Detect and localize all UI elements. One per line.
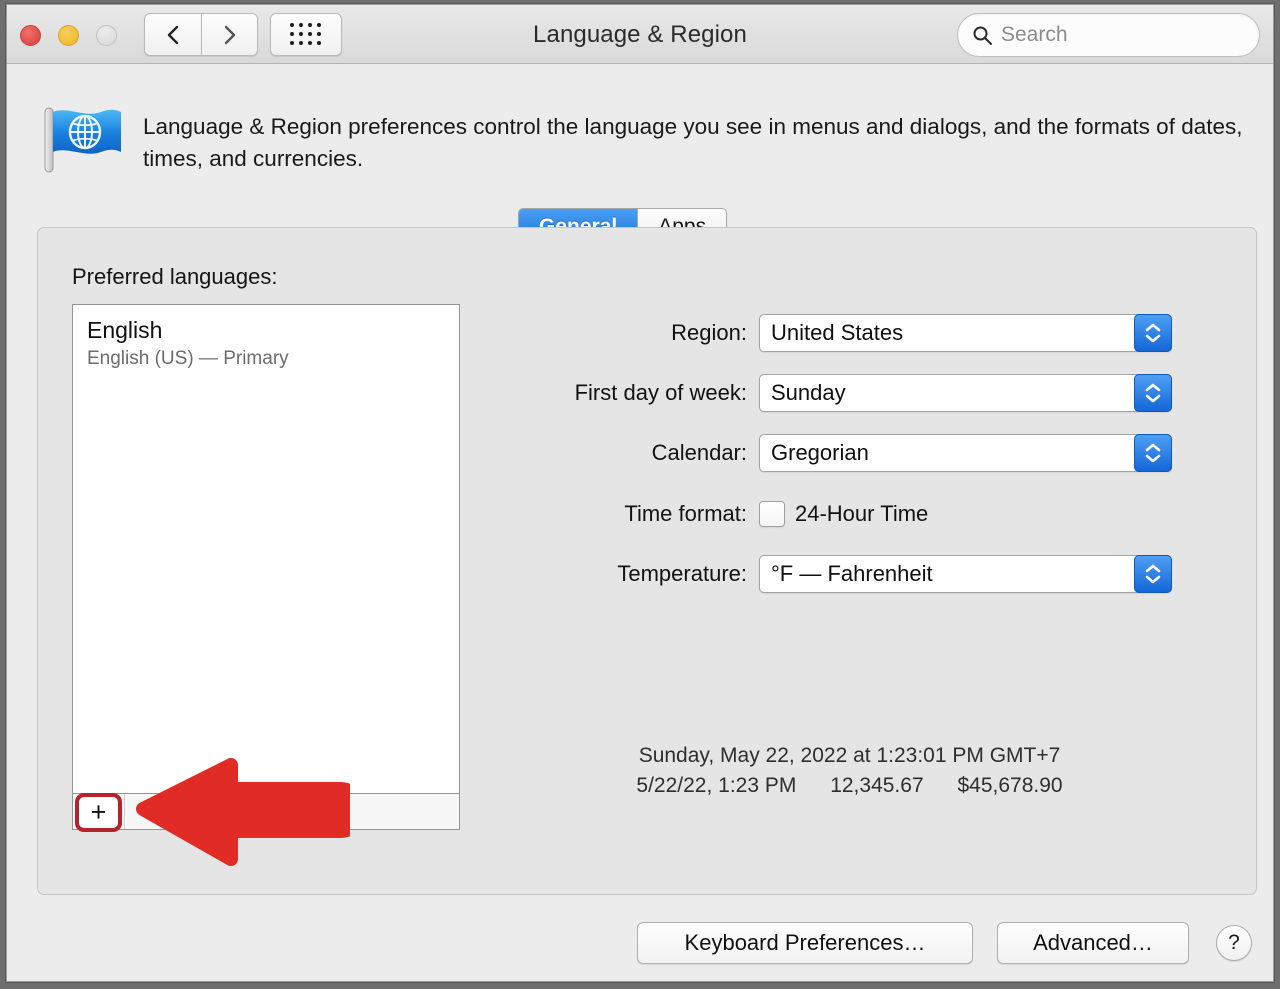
region-stepper-icon[interactable] xyxy=(1134,314,1172,352)
temperature-row: Temperature: °F — Fahrenheit xyxy=(527,555,1172,593)
temperature-stepper-icon[interactable] xyxy=(1134,555,1172,593)
24-hour-time-checkbox[interactable] xyxy=(759,501,785,527)
first-day-of-week-value: Sunday xyxy=(771,380,846,406)
help-button[interactable]: ? xyxy=(1216,925,1252,961)
advanced-button[interactable]: Advanced… xyxy=(997,922,1189,964)
calendar-popup-button[interactable]: Gregorian xyxy=(759,434,1172,472)
time-format-row: Time format: 24-Hour Time xyxy=(527,495,1172,533)
calendar-row: Calendar: Gregorian xyxy=(527,434,1172,472)
keyboard-preferences-button[interactable]: Keyboard Preferences… xyxy=(637,922,973,964)
preferred-languages-label: Preferred languages: xyxy=(72,264,277,290)
search-icon xyxy=(972,25,993,46)
search-input[interactable] xyxy=(1001,23,1274,47)
preview-long-date: Sunday, May 22, 2022 at 1:23:01 PM GMT+7 xyxy=(527,741,1172,771)
time-format-label: Time format: xyxy=(527,501,759,527)
calendar-value: Gregorian xyxy=(771,440,869,466)
first-day-of-week-stepper-icon[interactable] xyxy=(1134,374,1172,412)
temperature-label: Temperature: xyxy=(527,561,759,587)
preview-number: 12,345.67 xyxy=(830,774,923,797)
format-preview: Sunday, May 22, 2022 at 1:23:01 PM GMT+7… xyxy=(527,741,1172,801)
blue-flag-globe-icon xyxy=(41,104,125,176)
window-titlebar: Language & Region xyxy=(7,5,1273,64)
preview-short-formats: 5/22/22, 1:23 PM 12,345.67 $45,678.90 xyxy=(527,771,1172,801)
preview-currency: $45,678.90 xyxy=(957,774,1062,797)
24-hour-time-label: 24-Hour Time xyxy=(795,501,928,527)
temperature-value: °F — Fahrenheit xyxy=(771,561,933,587)
time-format-checkbox-group[interactable]: 24-Hour Time xyxy=(759,501,1172,527)
preference-description: Language & Region preferences control th… xyxy=(41,104,1256,176)
toolbar-filler xyxy=(177,794,459,829)
first-day-of-week-label: First day of week: xyxy=(527,380,759,406)
temperature-popup-button[interactable]: °F — Fahrenheit xyxy=(759,555,1172,593)
calendar-stepper-icon[interactable] xyxy=(1134,434,1172,472)
first-day-of-week-popup-button[interactable]: Sunday xyxy=(759,374,1172,412)
language-detail: English (US) — Primary xyxy=(87,345,445,373)
preferred-languages-list[interactable]: English English (US) — Primary xyxy=(72,304,460,794)
list-item[interactable]: English English (US) — Primary xyxy=(73,305,459,373)
preview-short-date: 5/22/22, 1:23 PM xyxy=(636,774,796,797)
description-text: Language & Region preferences control th… xyxy=(143,104,1256,176)
calendar-label: Calendar: xyxy=(527,440,759,466)
search-field[interactable] xyxy=(957,13,1260,57)
language-list-toolbar: + – xyxy=(72,794,460,830)
first-day-of-week-row: First day of week: Sunday xyxy=(527,374,1172,412)
remove-language-button[interactable]: – xyxy=(125,794,177,829)
region-value: United States xyxy=(771,320,903,346)
region-row: Region: United States xyxy=(527,314,1172,352)
region-label: Region: xyxy=(527,320,759,346)
language-name: English xyxy=(87,315,445,345)
add-language-button-highlight[interactable]: + xyxy=(75,793,122,832)
region-popup-button[interactable]: United States xyxy=(759,314,1172,352)
system-preferences-window: Language & Region xyxy=(6,4,1274,982)
